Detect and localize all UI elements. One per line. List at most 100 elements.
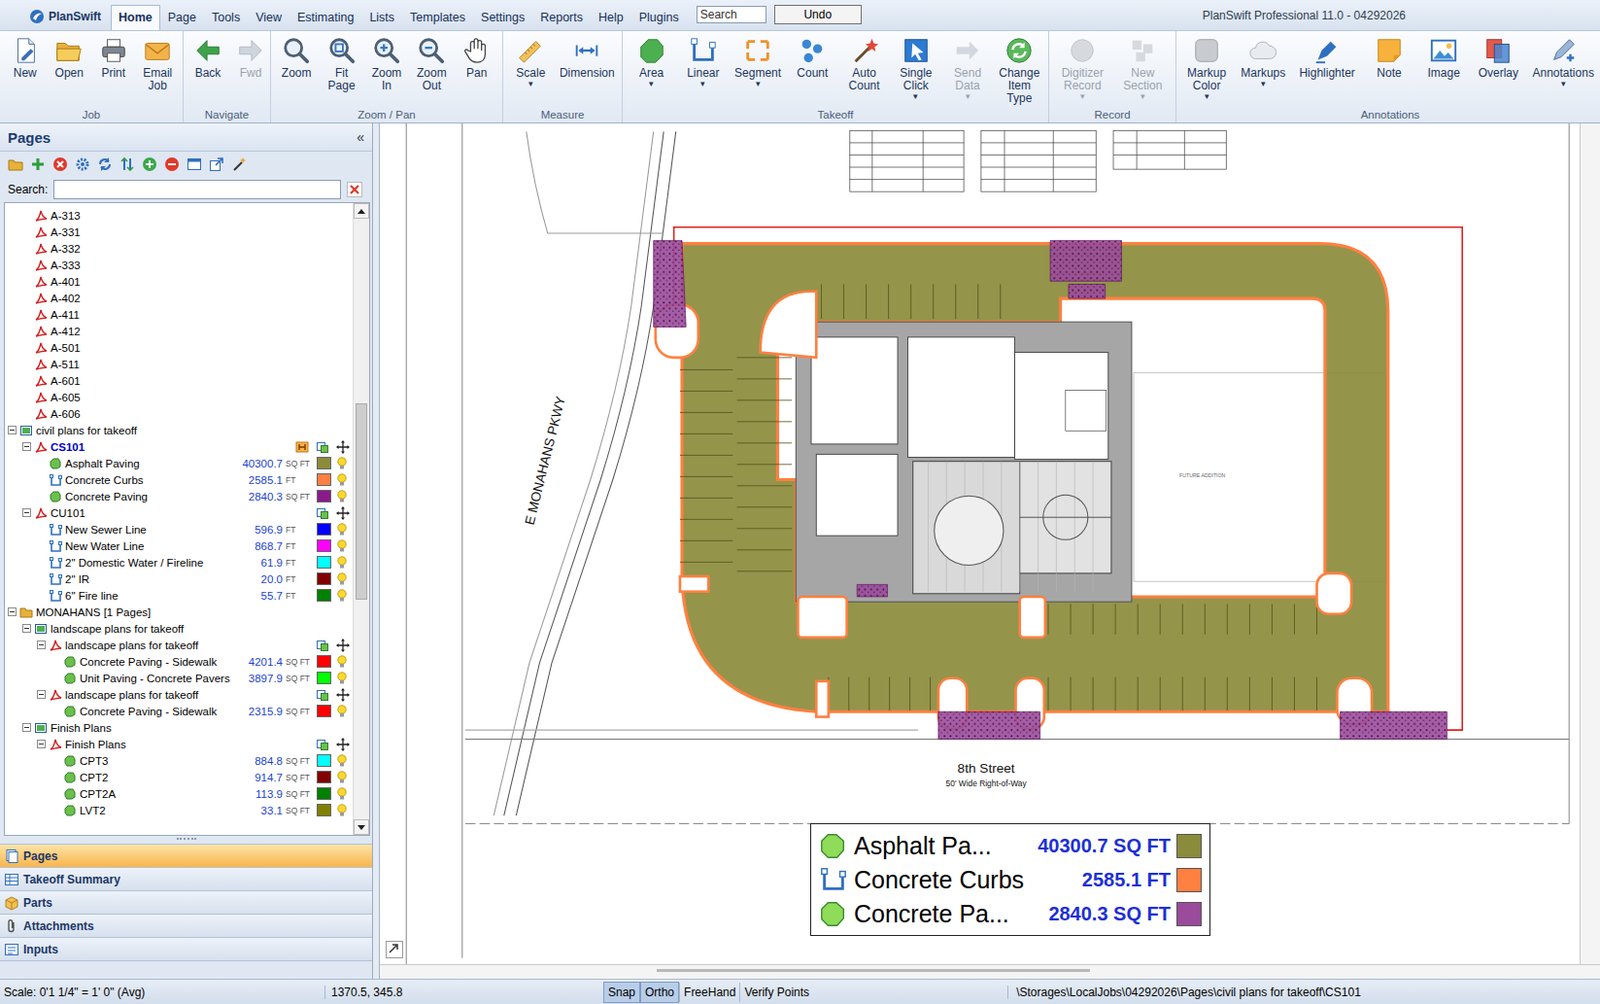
color-swatch[interactable] (316, 522, 332, 536)
tree-row[interactable]: A-332 (4, 239, 353, 257)
takeoff-legend[interactable]: Asphalt Pa...40300.7 SQ FTConcrete Curbs… (810, 822, 1211, 936)
dropdown-arrow[interactable]: ▾ (528, 79, 534, 89)
ribbon-button[interactable]: Zoom (274, 35, 318, 80)
panel-tab[interactable]: Parts (0, 889, 373, 914)
ribbon-button[interactable]: Open (47, 35, 91, 80)
ribbon-button[interactable]: Image (1422, 35, 1465, 80)
menu-tab[interactable]: Templates (402, 4, 474, 31)
tree-row[interactable]: Finish Plans (4, 718, 353, 736)
layers-icon[interactable] (315, 687, 330, 702)
search-field[interactable] (696, 5, 767, 24)
ribbon-button[interactable]: Fwd (229, 35, 273, 80)
lightbulb-icon[interactable] (336, 539, 348, 553)
horizontal-scrollbar[interactable] (379, 963, 1600, 979)
blank-icon[interactable] (295, 638, 309, 652)
ribbon-button[interactable]: Highlighter (1297, 35, 1356, 80)
color-swatch[interactable] (316, 572, 332, 585)
collapse-button[interactable]: « (356, 129, 365, 145)
ribbon-button[interactable]: Area▾ (630, 35, 674, 89)
tree-row[interactable]: landscape plans for takeoff (4, 685, 353, 703)
blank-icon[interactable] (295, 506, 309, 520)
panel-tab[interactable]: Takeoff Summary (0, 866, 373, 890)
ribbon-button[interactable]: Scale▾ (509, 35, 552, 89)
color-swatch[interactable] (316, 654, 332, 668)
color-swatch[interactable] (316, 588, 332, 602)
refresh-icon[interactable] (97, 156, 113, 172)
status-toggle[interactable]: Ortho (640, 981, 680, 1003)
lightbulb-icon[interactable] (336, 803, 348, 818)
outer-curb-line[interactable] (681, 243, 1389, 713)
collapse-icon[interactable] (22, 623, 32, 633)
resize-grip[interactable] (0, 835, 373, 844)
expand-view-button[interactable] (385, 940, 404, 958)
tree-row[interactable]: Unit Paving - Concrete Pavers3897.9SQ FT (4, 669, 353, 686)
menu-tab[interactable]: Page (160, 4, 205, 31)
tree-row[interactable]: 2" IR20.0FT (4, 570, 353, 587)
add-icon[interactable] (30, 156, 46, 172)
tree-row[interactable]: A-606 (4, 405, 353, 422)
collapse-icon[interactable] (7, 607, 17, 616)
lightbulb-icon[interactable] (336, 473, 348, 487)
collapse-icon[interactable] (22, 442, 32, 451)
menu-tab[interactable]: Plugins (631, 4, 687, 31)
collapse-icon[interactable] (22, 508, 32, 517)
lightbulb-icon[interactable] (336, 671, 348, 685)
lightbulb-icon[interactable] (336, 770, 348, 784)
tree-row[interactable]: CPT2A113.9SQ FT (4, 784, 353, 802)
ribbon-button[interactable]: Print (92, 35, 136, 80)
ribbon-button[interactable]: New Section▾ (1121, 35, 1164, 102)
color-swatch[interactable] (316, 671, 332, 684)
move-crosshair-icon[interactable] (336, 638, 350, 652)
panel-splitter[interactable] (373, 123, 380, 979)
ribbon-button[interactable]: Change Item Type (997, 35, 1041, 105)
tree-row[interactable]: civil plans for takeoff (4, 421, 353, 439)
tree-row[interactable]: A-601 (4, 372, 353, 389)
color-swatch[interactable] (316, 770, 332, 783)
tree-row[interactable]: New Water Line868.7FT (4, 537, 353, 554)
scroll-thumb[interactable] (355, 403, 368, 600)
ribbon-button[interactable]: Fit Page (320, 35, 364, 93)
dropdown-arrow[interactable]: ▾ (913, 92, 919, 102)
layers-icon[interactable] (315, 506, 330, 520)
tree-row[interactable]: A-511 (4, 355, 353, 373)
move-crosshair-icon[interactable] (336, 687, 350, 702)
page-search-field[interactable] (53, 179, 341, 200)
wand-icon[interactable] (231, 156, 247, 172)
tree-row[interactable]: A-313 (4, 206, 353, 224)
ribbon-button[interactable]: Auto Count (843, 35, 886, 93)
layers-icon[interactable] (315, 440, 330, 454)
tree-row[interactable]: landscape plans for takeoff (4, 619, 353, 637)
tree-row[interactable]: A-501 (4, 339, 353, 356)
remove-circle-icon[interactable] (164, 156, 180, 172)
tree-row[interactable]: Concrete Paving - Sidewalk2315.9SQ FT (4, 702, 353, 719)
vertical-scrollbar[interactable] (1579, 123, 1600, 964)
tree-row[interactable]: Concrete Paving2840.3SQ FT (4, 487, 353, 505)
layers-icon[interactable] (315, 737, 330, 751)
ribbon-button[interactable]: Single Click▾ (894, 35, 938, 102)
color-swatch[interactable] (316, 539, 332, 552)
tree-row[interactable]: MONAHANS [1 Pages] (4, 603, 353, 620)
menu-tab[interactable]: Home (110, 4, 161, 31)
move-crosshair-icon[interactable] (336, 737, 350, 751)
tree-row[interactable]: LVT233.1SQ FT (4, 801, 353, 818)
dropdown-arrow[interactable]: ▾ (1260, 79, 1266, 89)
ribbon-button[interactable]: Annotations▾ (1531, 35, 1596, 89)
ribbon-button[interactable]: Markups▾ (1239, 35, 1287, 89)
layers-icon[interactable] (315, 638, 330, 652)
menu-tab[interactable]: Reports (532, 4, 591, 31)
ribbon-button[interactable]: Dimension (558, 35, 616, 80)
tree-row[interactable]: A-331 (4, 223, 353, 240)
status-toggle[interactable]: Verify Points (739, 982, 814, 1002)
color-swatch[interactable] (316, 555, 332, 569)
ribbon-button[interactable]: Send Data▾ (946, 35, 989, 102)
dropdown-arrow[interactable]: ▾ (1561, 79, 1566, 89)
scroll-thumb[interactable] (656, 968, 1090, 972)
dropdown-arrow[interactable]: ▾ (965, 92, 971, 102)
ribbon-button[interactable]: Zoom In (365, 35, 409, 93)
dropdown-arrow[interactable]: ▾ (700, 79, 706, 89)
move-crosshair-icon[interactable] (336, 506, 350, 520)
lightbulb-icon[interactable] (336, 704, 348, 718)
ribbon-button[interactable]: Linear▾ (681, 35, 725, 89)
collapse-icon[interactable] (36, 640, 46, 649)
move-crosshair-icon[interactable] (336, 440, 350, 454)
